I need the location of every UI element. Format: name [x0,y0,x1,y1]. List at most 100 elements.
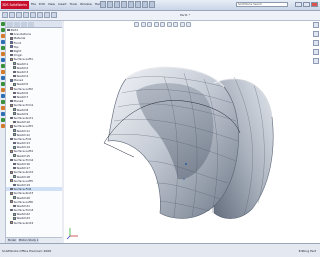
close-icon[interactable] [311,2,318,7]
hole-icon[interactable] [0,118,5,122]
knit-surface-icon[interactable] [51,12,57,18]
feature-icon [10,187,13,191]
new-icon[interactable] [100,1,106,8]
feature-icon [13,91,16,95]
revolve-surface-icon[interactable] [9,12,15,18]
feature-icon [10,192,13,195]
feature-icon [13,129,16,132]
feature-icon [13,166,16,170]
feature-icon [13,217,16,220]
rib-icon[interactable] [0,106,5,110]
shell-icon[interactable] [0,100,5,104]
command-manager: Part1 * [0,11,320,21]
feature-icon [13,120,16,124]
reference-icon[interactable] [0,76,5,80]
menu-insert[interactable]: Insert [58,2,67,7]
resources-icon[interactable] [313,22,319,28]
task-pane-tabs [312,21,320,81]
feature-icon [10,208,13,212]
mold-icon[interactable] [0,52,5,56]
curves-icon[interactable] [0,82,5,86]
feature-icon [13,183,16,187]
feature-icon [10,158,13,162]
file-explorer-icon[interactable] [313,40,319,46]
feature-icon [13,133,16,136]
draft-icon[interactable] [0,124,5,128]
menu-tools[interactable]: Tools [70,2,77,7]
window-controls [295,2,318,7]
property-tab[interactable] [14,21,20,27]
undo-icon[interactable] [128,1,134,8]
trim-surface-icon[interactable] [44,12,50,18]
weldments-icon[interactable] [0,46,5,50]
maximize-icon[interactable] [303,2,310,7]
feature-icon [10,221,13,224]
feature-icon [10,41,13,44]
options-icon[interactable] [149,1,155,8]
minimize-icon[interactable] [295,2,302,7]
status-text: SolidWorks Office Premium 2008 [2,249,52,253]
feature-icon [13,162,16,166]
graphics-viewport[interactable] [64,21,320,243]
feature-icon [10,171,13,174]
feature-icon [13,204,16,208]
evaluate-icon[interactable] [0,58,5,62]
tree-item[interactable]: Surface-Knit4 [6,221,62,225]
print-icon[interactable] [121,1,127,8]
solidworks-logo[interactable]: 3DS SolidWorks [1,1,29,9]
design-library-icon[interactable] [313,31,319,37]
menu-file[interactable]: File [31,2,36,7]
feature-icon [10,116,13,120]
appearances-icon[interactable] [313,58,319,64]
surface-tools-group [2,12,57,18]
feature-icon [10,179,13,183]
feature-icon [10,104,13,107]
extrude-surface-icon[interactable] [2,12,8,18]
quick-access-toolbar [100,1,155,8]
sketch-icon[interactable] [0,22,5,26]
feature-icon [10,37,13,40]
mirror-icon[interactable] [0,112,5,116]
pattern-icon[interactable] [0,88,5,92]
view-palette-icon[interactable] [313,49,319,55]
menu-view[interactable]: View [48,2,55,7]
open-icon[interactable] [107,1,113,8]
status-mode: Editing Part [298,249,316,253]
rebuild-icon[interactable] [142,1,148,8]
office-icon[interactable] [0,70,5,74]
surfaces-icon[interactable] [0,34,5,38]
select-icon[interactable] [135,1,141,8]
boundary-surface-icon[interactable] [30,12,36,18]
config-tab[interactable] [21,21,27,27]
feature-icon [13,83,16,86]
search-input[interactable]: SolidWorks Search [236,2,288,7]
tree-item-label: Surface-Knit4 [13,220,34,225]
feature-icon [10,49,13,53]
feature-tree-tab[interactable] [7,21,13,27]
feature-icon [10,58,13,61]
feature-icon [13,108,16,111]
menu-bar: File Edit View Insert Tools Window Help [31,2,102,7]
fillet-icon[interactable] [0,94,5,98]
features-icon[interactable] [0,28,5,32]
feature-icon [13,95,16,99]
feature-icon [10,53,13,57]
menu-window[interactable]: Window [80,2,92,7]
loft-surface-icon[interactable] [23,12,29,18]
save-icon[interactable] [114,1,120,8]
document-title: Part1 * [180,13,191,17]
panel-tabs [6,21,62,28]
sheetmetal-icon[interactable] [0,40,5,44]
feature-icon [13,74,16,78]
sweep-surface-icon[interactable] [16,12,22,18]
feature-icon [10,45,13,49]
dimxpert-icon[interactable] [0,64,5,68]
menu-edit[interactable]: Edit [39,2,45,7]
dimxpert-tab[interactable] [28,21,34,27]
fill-surface-icon[interactable] [37,12,43,18]
coordinate-triad [66,228,78,240]
feature-icon [13,141,16,145]
surface-model[interactable] [64,21,320,243]
feature-icon [10,78,13,82]
feature-icon [10,200,13,203]
